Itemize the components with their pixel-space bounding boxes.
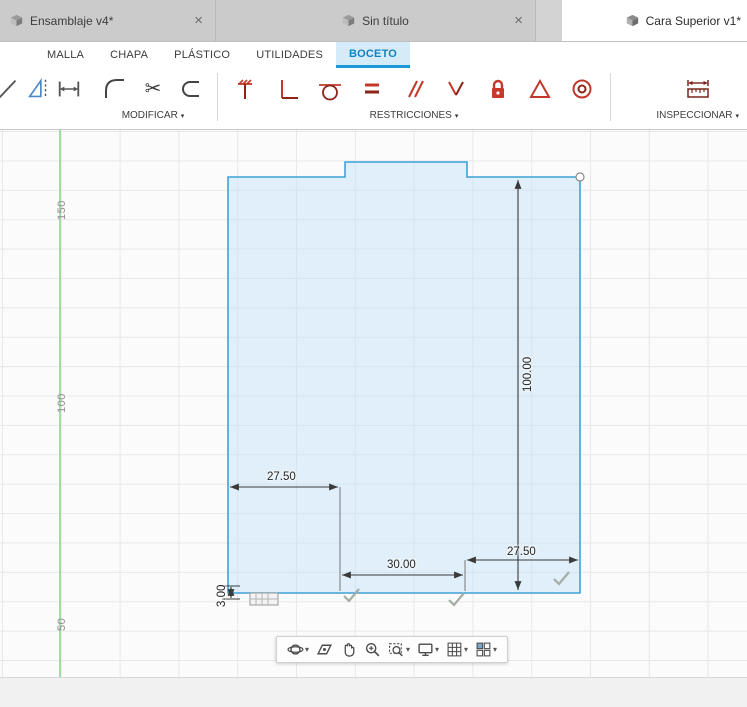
chevron-down-icon: ▾ [735, 112, 739, 120]
toolbar-divider [610, 73, 611, 121]
constraint-vertical-horizontal-button[interactable] [225, 71, 267, 107]
close-tab-icon[interactable]: × [192, 13, 205, 28]
orbit-icon [287, 644, 304, 655]
chevron-down-icon: ▾ [405, 645, 410, 654]
sketch-point-marker[interactable] [575, 172, 585, 182]
modify-group: ✂ MODIFICAR ▾ [96, 71, 210, 121]
status-bar [0, 677, 747, 707]
constraints-group: RESTRICCIONES ▾ [225, 71, 603, 121]
constraint-parallel-button[interactable] [393, 71, 435, 107]
doc-tab-sin-titulo[interactable]: Sin título × [216, 0, 536, 41]
tab-bar-spacer [536, 0, 562, 41]
constraints-menu-label: RESTRICCIONES [369, 110, 452, 121]
dimension-height[interactable]: 100.00 [522, 357, 534, 392]
document-cube-icon [626, 14, 639, 27]
zoom-icon [365, 642, 380, 657]
view-navigation-bar: ▾ ▾ ▾ ▾ ▾ [275, 636, 509, 663]
tab-label: MALLA [47, 49, 85, 61]
viewports-icon [476, 642, 491, 657]
grid-settings-button[interactable]: ▾ [443, 639, 471, 660]
sketch-canvas[interactable]: 150 100 50 27.50 30.00 27.50 100.00 3.00… [0, 130, 747, 677]
inspect-menu-label: INSPECCIONAR [656, 110, 733, 121]
scissors-icon: ✂ [144, 78, 162, 100]
dimension-width-mid[interactable]: 30.00 [387, 559, 416, 571]
line-tool-button[interactable] [0, 71, 24, 107]
chevron-down-icon: ▾ [180, 112, 185, 120]
document-tab-bar: Ensamblaje v4* × Sin título × Cara Super… [0, 0, 747, 42]
doc-tab-cara-superior[interactable]: Cara Superior v1* [562, 0, 747, 41]
viewports-button[interactable]: ▾ [472, 639, 500, 660]
mirror-tool-button[interactable] [24, 71, 54, 107]
sketch-toolbar: ✂ MODIFICAR ▾ RESTRICCIONES ▾ INSPECCION… [0, 68, 747, 130]
zoom-button[interactable] [361, 639, 384, 660]
offset-tool-button[interactable] [172, 71, 210, 107]
tab-label: CHAPA [110, 49, 149, 61]
modify-menu[interactable]: MODIFICAR ▾ [122, 107, 185, 121]
doc-tab-label: Ensamblaje v4* [30, 13, 114, 28]
ribbon-tab-bar: MALLA CHAPA PLÁSTICO UTILIDADES BOCETO [0, 42, 747, 68]
grid-icon [447, 642, 462, 657]
zoom-window-icon [389, 643, 403, 657]
chevron-down-icon: ▾ [454, 112, 459, 120]
constraint-tangent-button[interactable] [309, 71, 351, 107]
inspect-menu[interactable]: INSPECCIONAR ▾ [656, 107, 739, 121]
extend-tool-button[interactable] [54, 71, 84, 107]
document-cube-icon [10, 14, 23, 27]
dimension-width-left[interactable]: 27.50 [267, 471, 296, 483]
pan-button[interactable] [337, 639, 360, 660]
constraints-menu[interactable]: RESTRICCIONES ▾ [370, 107, 459, 121]
doc-tab-label: Cara Superior v1* [645, 13, 741, 28]
trim-tool-button[interactable]: ✂ [134, 71, 172, 107]
constraint-equal-button[interactable] [351, 71, 393, 107]
chevron-down-icon: ▾ [304, 645, 309, 654]
constraint-fix-lock-button[interactable] [477, 71, 519, 107]
look-at-icon [316, 644, 332, 655]
chevron-down-icon: ▾ [464, 645, 469, 654]
constraint-symmetry-button[interactable] [435, 71, 477, 107]
sketch-graphics [222, 161, 585, 607]
zoom-window-button[interactable]: ▾ [385, 639, 413, 660]
tab-label: PLÁSTICO [174, 49, 231, 61]
dimension-edit-box-icon[interactable] [249, 592, 279, 606]
measure-tool-button[interactable] [679, 71, 717, 107]
close-tab-icon[interactable]: × [512, 13, 525, 28]
display-monitor-icon [418, 643, 433, 657]
tab-chapa[interactable]: CHAPA [97, 42, 161, 68]
toolbar-divider [217, 73, 218, 121]
orbit-button[interactable]: ▾ [284, 639, 312, 660]
document-cube-icon [342, 14, 355, 27]
pan-hand-icon [344, 643, 355, 657]
modify-menu-label: MODIFICAR [121, 110, 178, 121]
display-settings-button[interactable]: ▾ [414, 639, 442, 660]
constraint-midpoint-button[interactable] [519, 71, 561, 107]
chevron-down-icon: ▾ [493, 645, 498, 654]
chevron-down-icon: ▾ [434, 645, 440, 654]
tab-malla[interactable]: MALLA [34, 42, 97, 68]
tab-utilidades[interactable]: UTILIDADES [243, 42, 336, 68]
inspect-group: INSPECCIONAR ▾ [656, 71, 739, 121]
tab-label: UTILIDADES [256, 49, 323, 61]
fillet-tool-button[interactable] [96, 71, 134, 107]
dimension-step[interactable]: 3.00 [216, 585, 228, 607]
look-at-button[interactable] [313, 639, 336, 660]
constraint-concentric-button[interactable] [561, 71, 603, 107]
tab-label: BOCETO [348, 47, 398, 60]
create-tools-partial [0, 71, 84, 107]
constraint-perpendicular-button[interactable] [267, 71, 309, 107]
doc-tab-label: Sin título [362, 13, 409, 28]
tab-plastico[interactable]: PLÁSTICO [161, 42, 243, 68]
doc-tab-ensamblaje[interactable]: Ensamblaje v4* × [0, 0, 216, 41]
tab-boceto[interactable]: BOCETO [335, 42, 411, 68]
dimension-width-right[interactable]: 27.50 [507, 546, 536, 558]
